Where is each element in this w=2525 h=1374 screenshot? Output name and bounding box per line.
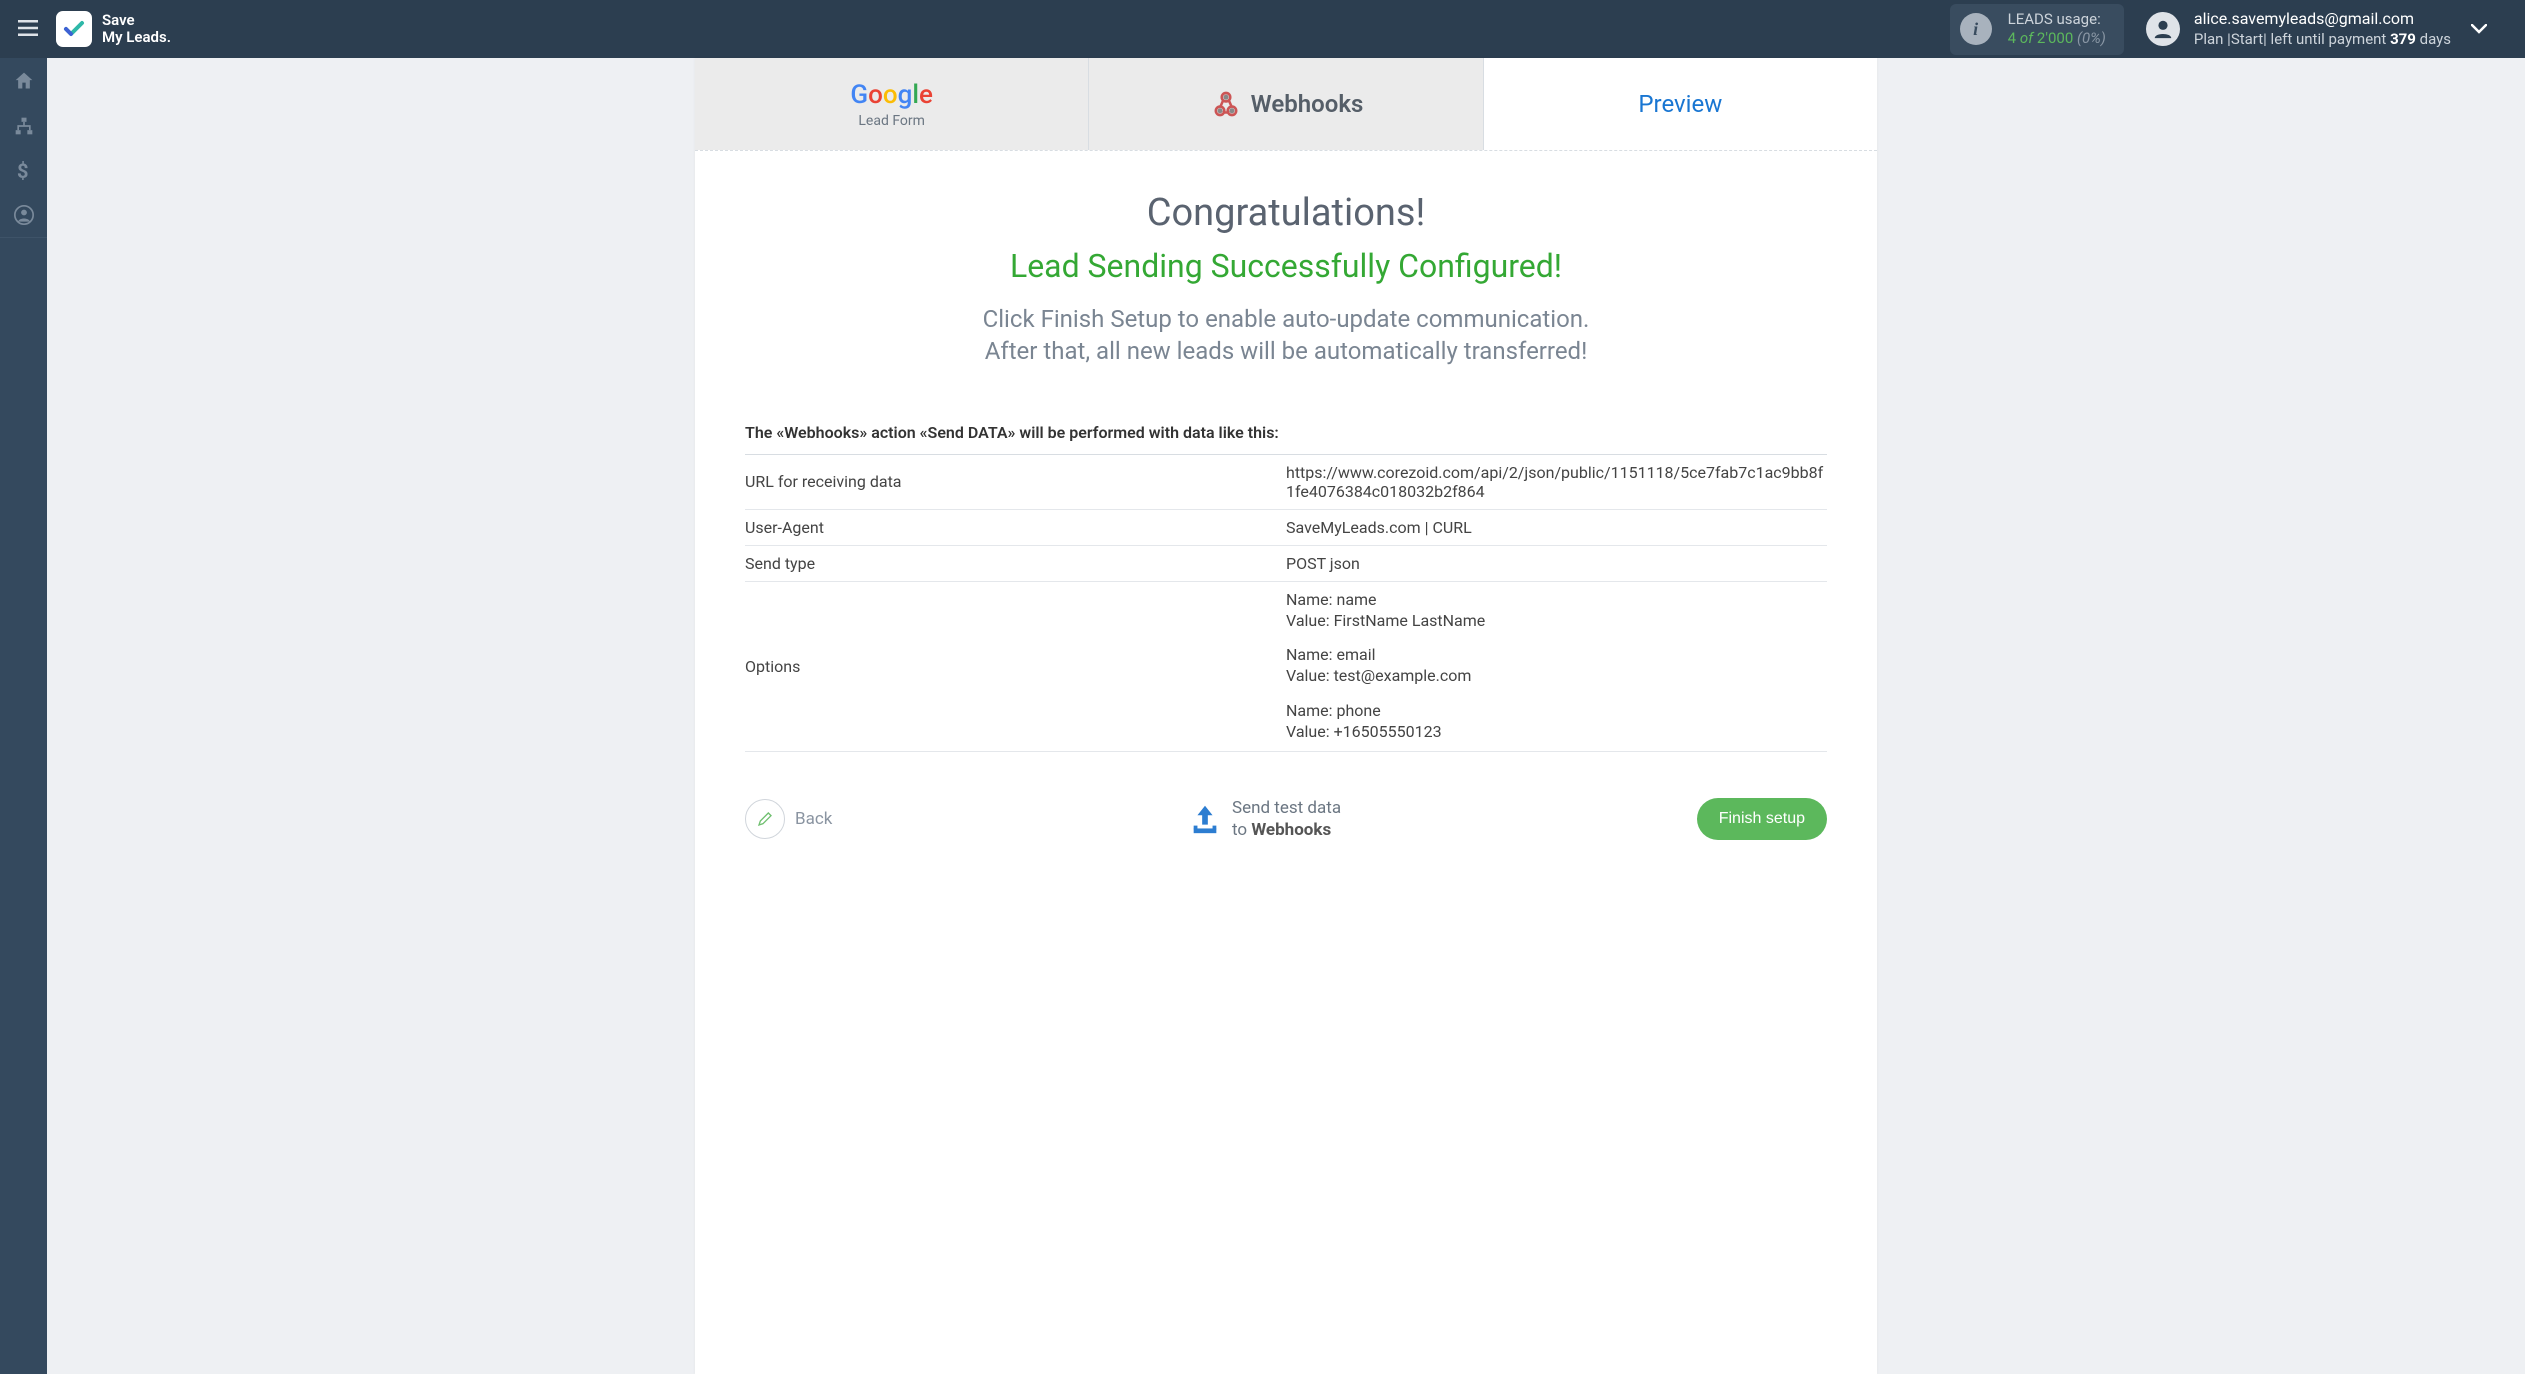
- home-icon: [14, 71, 34, 91]
- back-button[interactable]: Back: [745, 799, 832, 839]
- tab-webhooks[interactable]: Webhooks: [1089, 58, 1483, 150]
- option-name: Name: name: [1286, 590, 1827, 611]
- row-value: https://www.corezoid.com/api/2/json/publ…: [1286, 455, 1827, 510]
- sidebar-billing[interactable]: $: [0, 148, 47, 193]
- sidebar-sitemap[interactable]: [0, 103, 47, 148]
- send-test-prefix: to: [1232, 820, 1247, 840]
- success-message: Lead Sending Successfully Configured!: [745, 247, 1827, 285]
- tab-google-subtitle: Lead Form: [858, 113, 925, 129]
- sidebar-home[interactable]: [0, 58, 47, 103]
- congratulations-heading: Congratulations!: [745, 191, 1827, 235]
- info-icon: i: [1973, 19, 1978, 40]
- option-block: Name: nameValue: FirstName LastName: [1286, 590, 1827, 632]
- pencil-icon: [757, 811, 773, 827]
- usage-of: of: [2020, 29, 2033, 47]
- row-label: URL for receiving data: [745, 455, 1286, 510]
- content-area: Google Lead Form Webhooks Preview Congra…: [47, 58, 2525, 1374]
- tab-preview-label: Preview: [1638, 90, 1722, 118]
- account-email: alice.savemyleads@gmail.com: [2194, 9, 2451, 30]
- tab-google-lead-form[interactable]: Google Lead Form: [695, 58, 1089, 150]
- row-label: User-Agent: [745, 509, 1286, 545]
- back-label: Back: [795, 809, 832, 829]
- sidebar: $: [0, 58, 47, 1374]
- app-header: Save My Leads. i LEADS usage: 4 of 2'000…: [0, 0, 2525, 58]
- tab-preview[interactable]: Preview: [1484, 58, 1877, 150]
- google-logo-text: Google: [850, 80, 933, 110]
- menu-toggle[interactable]: [0, 17, 56, 42]
- webhooks-icon: [1209, 87, 1243, 121]
- instructions-line2: After that, all new leads will be automa…: [745, 335, 1827, 367]
- hamburger-icon: [18, 20, 38, 36]
- check-icon: [62, 17, 86, 41]
- send-test-text: Send test data to Webhooks: [1232, 797, 1341, 841]
- plan-days: 379: [2390, 30, 2416, 48]
- send-test-line1: Send test data: [1232, 797, 1341, 819]
- send-test-button[interactable]: Send test data to Webhooks: [1188, 797, 1341, 841]
- dollar-icon: $: [17, 160, 31, 182]
- brand-line2: My Leads.: [102, 29, 171, 46]
- plan-days-suffix: days: [2420, 30, 2451, 48]
- option-name: Name: phone: [1286, 701, 1827, 722]
- option-value: Value: +16505550123: [1286, 722, 1827, 743]
- account-text: alice.savemyleads@gmail.com Plan |Start|…: [2194, 9, 2451, 49]
- table-row: URL for receiving datahttps://www.corezo…: [745, 455, 1827, 510]
- leads-usage-badge[interactable]: i LEADS usage: 4 of 2'000 (0%): [1950, 4, 2124, 55]
- user-circle-icon: [14, 205, 34, 225]
- usage-max: 2'000: [2037, 29, 2073, 47]
- info-icon-circle: i: [1960, 13, 1992, 45]
- plan-prefix: Plan |: [2194, 30, 2231, 48]
- option-value: Value: FirstName LastName: [1286, 611, 1827, 632]
- option-block: Name: phoneValue: +16505550123: [1286, 701, 1827, 743]
- send-test-line2: to Webhooks: [1232, 819, 1341, 841]
- avatar: [2146, 12, 2180, 46]
- chevron-down-icon: [2471, 24, 2487, 34]
- row-value: SaveMyLeads.com | CURL: [1286, 509, 1827, 545]
- leads-usage-numbers: 4 of 2'000 (0%): [2008, 29, 2106, 49]
- instructions-line1: Click Finish Setup to enable auto-update…: [745, 303, 1827, 335]
- row-value: Name: nameValue: FirstName LastNameName:…: [1286, 581, 1827, 751]
- usage-percent: (0%): [2077, 29, 2106, 47]
- usage-count: 4: [2008, 29, 2016, 47]
- tabs: Google Lead Form Webhooks Preview: [695, 58, 1877, 151]
- option-name: Name: email: [1286, 645, 1827, 666]
- leads-usage-text: LEADS usage: 4 of 2'000 (0%): [2008, 10, 2106, 49]
- main-layout: $ Google Lead Form Webhooks: [0, 58, 2525, 1374]
- plan-name: Start: [2231, 30, 2263, 48]
- plan-suffix: | left until payment: [2263, 30, 2386, 48]
- option-value: Value: test@example.com: [1286, 666, 1827, 687]
- upload-icon: [1188, 802, 1222, 836]
- tab-webhooks-label: Webhooks: [1251, 90, 1364, 118]
- table-row: Send typePOST json: [745, 545, 1827, 581]
- row-value: POST json: [1286, 545, 1827, 581]
- leads-usage-label: LEADS usage:: [2008, 10, 2106, 30]
- sidebar-account[interactable]: [0, 193, 47, 238]
- account-dropdown[interactable]: [2471, 19, 2487, 38]
- action-description: The «Webhooks» action «Send DATA» will b…: [745, 423, 1827, 455]
- table-row-options: OptionsName: nameValue: FirstName LastNa…: [745, 581, 1827, 751]
- option-block: Name: emailValue: test@example.com: [1286, 645, 1827, 687]
- table-row: User-AgentSaveMyLeads.com | CURL: [745, 509, 1827, 545]
- sitemap-icon: [14, 116, 34, 136]
- svg-text:$: $: [17, 160, 28, 182]
- card-body: Congratulations! Lead Sending Successful…: [695, 151, 1877, 891]
- brand-text: Save My Leads.: [102, 12, 171, 47]
- instructions: Click Finish Setup to enable auto-update…: [745, 303, 1827, 368]
- brand-line1: Save: [102, 12, 171, 29]
- user-icon: [2152, 18, 2174, 40]
- finish-setup-button[interactable]: Finish setup: [1697, 798, 1827, 840]
- setup-card: Google Lead Form Webhooks Preview Congra…: [695, 58, 1877, 1374]
- plan-line: Plan |Start| left until payment 379 days: [2194, 30, 2451, 50]
- row-label: Options: [745, 581, 1286, 751]
- data-preview-table: URL for receiving datahttps://www.corezo…: [745, 455, 1827, 752]
- send-test-target: Webhooks: [1251, 820, 1331, 840]
- logo[interactable]: [56, 11, 92, 47]
- header-left: Save My Leads.: [0, 11, 171, 47]
- account-block[interactable]: alice.savemyleads@gmail.com Plan |Start|…: [2146, 9, 2507, 49]
- row-label: Send type: [745, 545, 1286, 581]
- footer-row: Back Send test data to Webhooks Finish s: [745, 752, 1827, 861]
- back-circle: [745, 799, 785, 839]
